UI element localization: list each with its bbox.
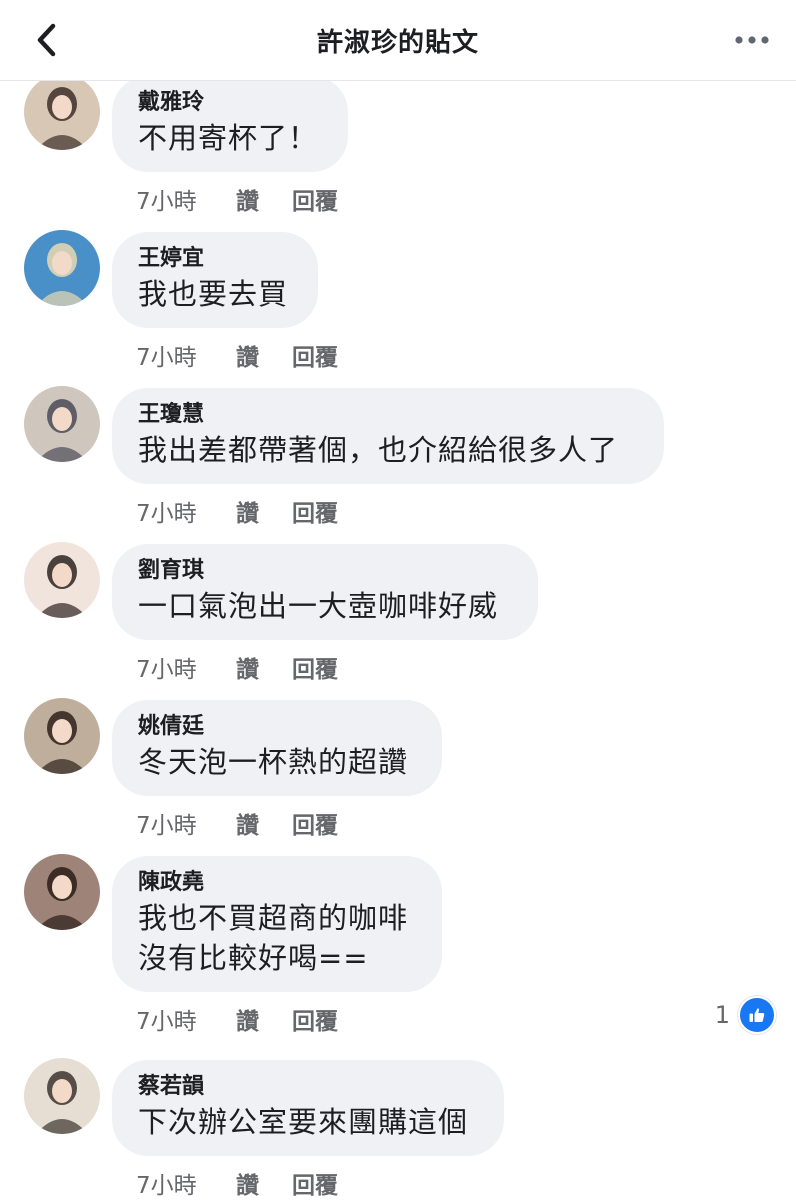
comment-bubble[interactable]: 姚倩廷 冬天泡一杯熱的超讚: [112, 700, 442, 796]
comment-author[interactable]: 王婷宜: [138, 244, 292, 274]
comment-timestamp: 7小時: [136, 1009, 197, 1035]
like-button[interactable]: 讚: [236, 1002, 292, 1036]
comment-bubble[interactable]: 蔡若韻 下次辦公室要來團購這個: [112, 1060, 504, 1156]
more-options-button[interactable]: [734, 28, 770, 52]
like-button[interactable]: 讚: [236, 650, 292, 684]
avatar[interactable]: [24, 386, 100, 462]
comment-text: 我出差都帶著個，也介紹給很多人了: [138, 433, 619, 467]
top-bar: 許淑珍的貼文: [0, 0, 796, 81]
comment-author[interactable]: 蔡若韻: [138, 1072, 478, 1102]
comment-timestamp: 7小時: [136, 189, 197, 215]
comment-timestamp: 7小時: [136, 657, 197, 683]
page-title: 許淑珍的貼文: [316, 28, 479, 58]
comment-timestamp: 7小時: [136, 1173, 197, 1199]
comment-text: 我也要去買: [138, 277, 289, 311]
comment-bubble[interactable]: 陳政堯 我也不買超商的咖啡 沒有比較好喝==: [112, 856, 442, 992]
comment-timestamp: 7小時: [136, 501, 197, 527]
avatar[interactable]: [24, 854, 100, 930]
reply-button[interactable]: 回覆: [292, 1166, 338, 1200]
avatar[interactable]: [24, 698, 100, 774]
comment-text: 下次辦公室要來團購這個: [138, 1105, 469, 1139]
avatar[interactable]: [24, 230, 100, 306]
like-button[interactable]: 讚: [236, 494, 292, 528]
reply-button[interactable]: 回覆: [292, 338, 338, 372]
comment-bubble[interactable]: 劉育琪 一口氣泡出一大壺咖啡好威: [112, 544, 538, 640]
thumbs-up-icon: [738, 996, 776, 1034]
like-button[interactable]: 讚: [236, 1166, 292, 1200]
comment-bubble[interactable]: 王婷宜 我也要去買: [112, 232, 318, 328]
comment-text: 一口氣泡出一大壺咖啡好威: [138, 589, 499, 623]
reply-button[interactable]: 回覆: [292, 806, 338, 840]
comment-author[interactable]: 劉育琪: [138, 556, 512, 586]
like-button[interactable]: 讚: [236, 338, 292, 372]
comment-author[interactable]: 戴雅玲: [138, 88, 322, 118]
comment-actions: 7小時 讚回覆: [136, 806, 338, 840]
reply-button[interactable]: 回覆: [292, 1002, 338, 1036]
like-button[interactable]: 讚: [236, 806, 292, 840]
avatar[interactable]: [24, 1058, 100, 1134]
comment-author[interactable]: 姚倩廷: [138, 712, 416, 742]
comment-text: 我也不買超商的咖啡: [138, 901, 409, 935]
comment-author[interactable]: 陳政堯: [138, 868, 416, 898]
comment-actions: 7小時 讚回覆: [136, 650, 338, 684]
reply-button[interactable]: 回覆: [292, 494, 338, 528]
reaction-summary[interactable]: 1: [715, 996, 776, 1034]
comment-actions: 7小時 讚回覆: [136, 1166, 338, 1200]
comment-timestamp: 7小時: [136, 813, 197, 839]
avatar[interactable]: [24, 542, 100, 618]
comment-actions: 7小時 讚回覆: [136, 182, 338, 216]
comment-timestamp: 7小時: [136, 345, 197, 371]
reply-button[interactable]: 回覆: [292, 182, 338, 216]
comment-text: 不用寄杯了！: [138, 121, 319, 155]
comment-text: 沒有比較好喝==: [138, 941, 369, 975]
comment-author[interactable]: 王瓊慧: [138, 400, 638, 430]
comment-actions: 7小時 讚回覆: [136, 338, 338, 372]
avatar[interactable]: [24, 74, 100, 150]
comment-bubble[interactable]: 王瓊慧 我出差都帶著個，也介紹給很多人了: [112, 388, 664, 484]
comment-actions: 7小時 讚回覆: [136, 1002, 338, 1036]
comment-bubble[interactable]: 戴雅玲 不用寄杯了！: [112, 76, 348, 172]
more-dots-icon: [735, 36, 769, 44]
reply-button[interactable]: 回覆: [292, 650, 338, 684]
like-button[interactable]: 讚: [236, 182, 292, 216]
reaction-count: 1: [714, 1001, 730, 1029]
comment-actions: 7小時 讚回覆: [136, 494, 338, 528]
comment-text: 冬天泡一杯熱的超讚: [138, 745, 409, 779]
